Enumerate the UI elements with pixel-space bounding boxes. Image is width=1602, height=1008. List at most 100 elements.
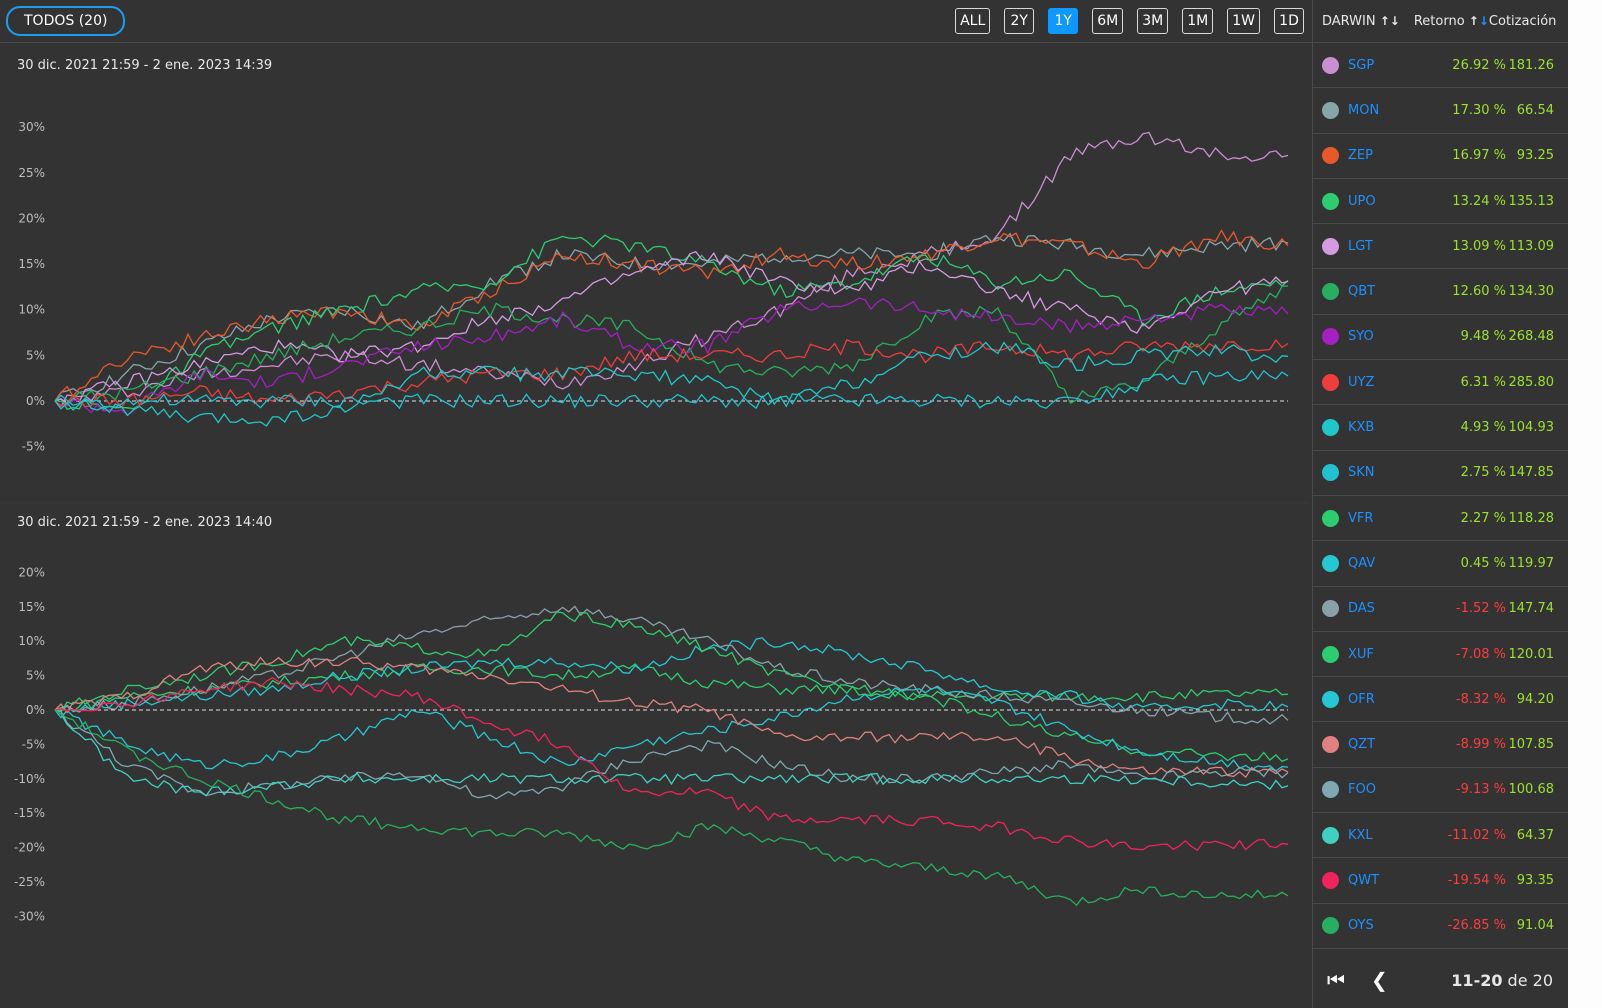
series-color-dot: [1322, 690, 1339, 708]
quote-value: 66.54: [1516, 102, 1554, 118]
y-tick-label: 15%: [18, 600, 45, 614]
series-line-kxl[interactable]: [54, 709, 1289, 797]
darwin-name[interactable]: FOO: [1348, 782, 1396, 797]
return-value: -8.99 %: [1455, 737, 1506, 753]
table-row[interactable]: UYZ 6.31 % 285.80: [1313, 360, 1569, 406]
y-tick-label: 25%: [18, 166, 45, 180]
table-row[interactable]: UPO 13.24 % 135.13: [1313, 179, 1569, 225]
darwin-name[interactable]: QAV: [1348, 556, 1396, 571]
darwin-name[interactable]: DAS: [1348, 601, 1396, 616]
darwin-name[interactable]: KXB: [1348, 420, 1396, 435]
y-tick-label: -5%: [22, 440, 45, 454]
darwin-name[interactable]: KXL: [1348, 828, 1396, 843]
table-row[interactable]: QZT -8.99 % 107.85: [1313, 722, 1569, 768]
table-row[interactable]: FOO -9.13 % 100.68: [1313, 768, 1569, 814]
quote-value: 285.80: [1508, 374, 1555, 390]
return-value: -26.85 %: [1447, 918, 1506, 934]
table-row[interactable]: XUF -7.08 % 120.01: [1313, 632, 1569, 678]
table-row[interactable]: OFR -8.32 % 94.20: [1313, 677, 1569, 723]
darwin-name[interactable]: QBT: [1348, 284, 1396, 299]
darwin-name[interactable]: MON: [1348, 103, 1396, 118]
quote-value: 104.93: [1508, 420, 1555, 436]
series-line-zep[interactable]: [54, 229, 1289, 402]
series-line-qbt[interactable]: [54, 285, 1289, 405]
table-row[interactable]: QWT -19.54 % 93.35: [1313, 858, 1569, 904]
quote-value: 64.37: [1516, 827, 1554, 843]
first-page-icon[interactable]: ⏮: [1327, 968, 1357, 992]
prev-page-icon[interactable]: ❮: [1371, 968, 1401, 992]
return-value: 6.31 %: [1460, 374, 1506, 390]
darwin-name[interactable]: UYZ: [1348, 375, 1396, 390]
return-value: 17.30 %: [1452, 102, 1506, 118]
table-row[interactable]: ZEP 16.97 % 93.25: [1313, 134, 1569, 179]
table-row[interactable]: KXB 4.93 % 104.93: [1313, 405, 1569, 451]
y-tick-label: 5%: [26, 348, 45, 362]
darwin-name[interactable]: SYO: [1348, 329, 1396, 344]
quote-value: 93.25: [1516, 148, 1554, 164]
table-row[interactable]: QBT 12.60 % 134.30: [1313, 269, 1569, 315]
table-row[interactable]: SGP 26.92 % 181.26: [1313, 43, 1569, 89]
y-tick-label: 20%: [18, 211, 45, 225]
y-tick-label: -25%: [14, 875, 45, 889]
series-line-qav[interactable]: [54, 637, 1289, 712]
series-line-lgt[interactable]: [54, 250, 1289, 405]
series-color-dot: [1322, 328, 1339, 346]
table-row[interactable]: MON 17.30 % 66.54: [1313, 88, 1569, 134]
darwin-name[interactable]: QZT: [1348, 737, 1396, 752]
series-color-dot: [1322, 101, 1339, 119]
series-color-dot: [1322, 509, 1339, 527]
series-color-dot: [1322, 600, 1339, 618]
quote-value: 94.20: [1516, 691, 1554, 707]
table-row[interactable]: KXL -11.02 % 64.37: [1313, 813, 1569, 859]
series-color-dot: [1322, 826, 1339, 844]
y-tick-label: 10%: [18, 634, 45, 648]
y-tick-label: -5%: [22, 737, 45, 751]
darwin-name[interactable]: UPO: [1348, 194, 1396, 209]
series-color-dot: [1322, 192, 1339, 210]
darwin-name[interactable]: SKN: [1348, 465, 1396, 480]
return-value: 0.45 %: [1460, 555, 1506, 571]
quote-value: 113.09: [1508, 238, 1555, 254]
series-color-dot: [1322, 554, 1339, 572]
table-row[interactable]: DAS -1.52 % 147.74: [1313, 587, 1569, 632]
chart-2-date-range: 30 dic. 2021 21:59 - 2 ene. 2023 14:40: [17, 515, 273, 530]
darwin-name[interactable]: ZEP: [1348, 148, 1396, 163]
return-value: 26.92 %: [1452, 57, 1506, 73]
y-tick-label: 10%: [18, 303, 45, 317]
series-line-skn[interactable]: [54, 369, 1289, 410]
return-value: 9.48 %: [1460, 329, 1506, 345]
series-line-qzt[interactable]: [54, 656, 1289, 779]
quote-value: 181.26: [1508, 57, 1555, 73]
quote-value: 147.85: [1508, 465, 1555, 481]
table-row[interactable]: SYO 9.48 % 268.48: [1313, 315, 1569, 361]
table-row[interactable]: OYS -26.85 % 91.04: [1313, 904, 1569, 949]
darwin-name[interactable]: VFR: [1348, 511, 1396, 526]
scrollbar[interactable]: [1568, 0, 1602, 1008]
series-line-foo[interactable]: [54, 709, 1289, 800]
sort-return[interactable]: Retorno ↑↓: [1414, 14, 1489, 29]
series-color-dot: [1322, 736, 1339, 754]
table-row[interactable]: LGT 13.09 % 113.09: [1313, 224, 1569, 270]
return-value: 12.60 %: [1452, 284, 1506, 300]
series-color-dot: [1322, 645, 1339, 663]
darwin-name[interactable]: XUF: [1348, 647, 1396, 662]
return-value: 2.75 %: [1460, 465, 1506, 481]
darwin-name[interactable]: OFR: [1348, 692, 1396, 707]
series-color-dot: [1322, 237, 1339, 255]
sort-darwin[interactable]: DARWIN ↑↓: [1322, 14, 1400, 29]
darwin-name[interactable]: OYS: [1348, 918, 1396, 933]
table-row[interactable]: VFR 2.27 % 118.28: [1313, 496, 1569, 542]
page-range: 11-20: [1451, 970, 1503, 990]
y-tick-label: -10%: [14, 772, 45, 786]
return-value: -1.52 %: [1455, 601, 1506, 617]
darwin-name[interactable]: SGP: [1348, 58, 1396, 73]
table-row[interactable]: QAV 0.45 % 119.97: [1313, 541, 1569, 587]
table-row[interactable]: SKN 2.75 % 147.85: [1313, 451, 1569, 496]
quote-value: 135.13: [1508, 193, 1555, 209]
darwin-name[interactable]: LGT: [1348, 239, 1396, 254]
quote-value: 118.28: [1508, 510, 1555, 526]
table-header: DARWIN ↑↓ Retorno ↑↓ Cotización: [1313, 0, 1569, 43]
y-tick-label: 20%: [18, 565, 45, 579]
returns-charts: 30% 25% 20% 15% 10% 5% 0% -5% 20% 15% 10% 5% 0% -5% -1…: [0, 120, 1310, 923]
darwin-name[interactable]: QWT: [1348, 873, 1396, 888]
